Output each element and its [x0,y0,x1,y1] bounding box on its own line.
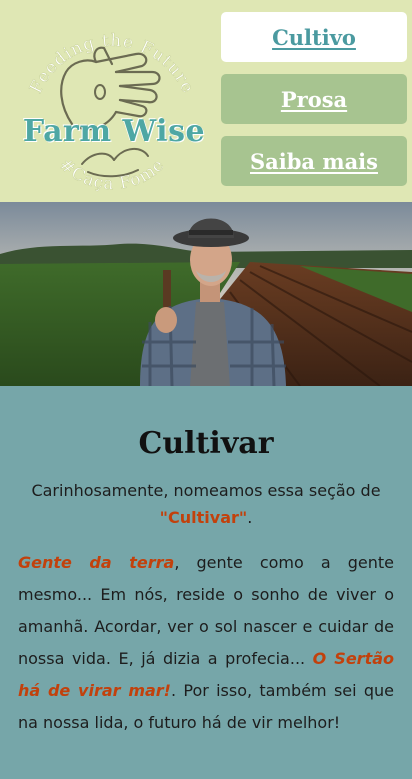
section-paragraph: Gente da terra, gente como a gente mesmo… [18,547,394,739]
main-nav: Cultivo Prosa Saiba mais [221,0,407,186]
cultivar-section: Cultivar Carinhosamente, nomeamos essa s… [0,386,412,739]
nav-saiba-mais[interactable]: Saiba mais [221,136,407,186]
hero-image [0,202,412,386]
nav-prosa[interactable]: Prosa [221,74,407,124]
farmer-photo [0,202,412,386]
section-intro: Carinhosamente, nomeamos essa seção de "… [18,477,394,531]
nav-cultivo[interactable]: Cultivo [221,12,407,62]
intro-text: Carinhosamente, nomeamos essa seção de [31,481,381,500]
logo-arc-bottom: #Caça Fome [55,154,168,194]
hand-with-leaves-icon: Feeding the Future #Caça Fome [26,31,197,194]
intro-highlight: "Cultivar" [159,508,248,527]
emphasis-gente-da-terra: Gente da terra [18,553,175,572]
svg-text:#Caça Fome: #Caça Fome [55,155,169,194]
section-title: Cultivar [138,426,274,461]
intro-end: . [247,508,253,527]
logo-title: Farm Wise [22,114,206,149]
farm-wise-logo[interactable]: Feeding the Future #Caça Fome Farm Wise [12,14,212,194]
site-header: Feeding the Future #Caça Fome Farm Wise … [0,0,412,202]
